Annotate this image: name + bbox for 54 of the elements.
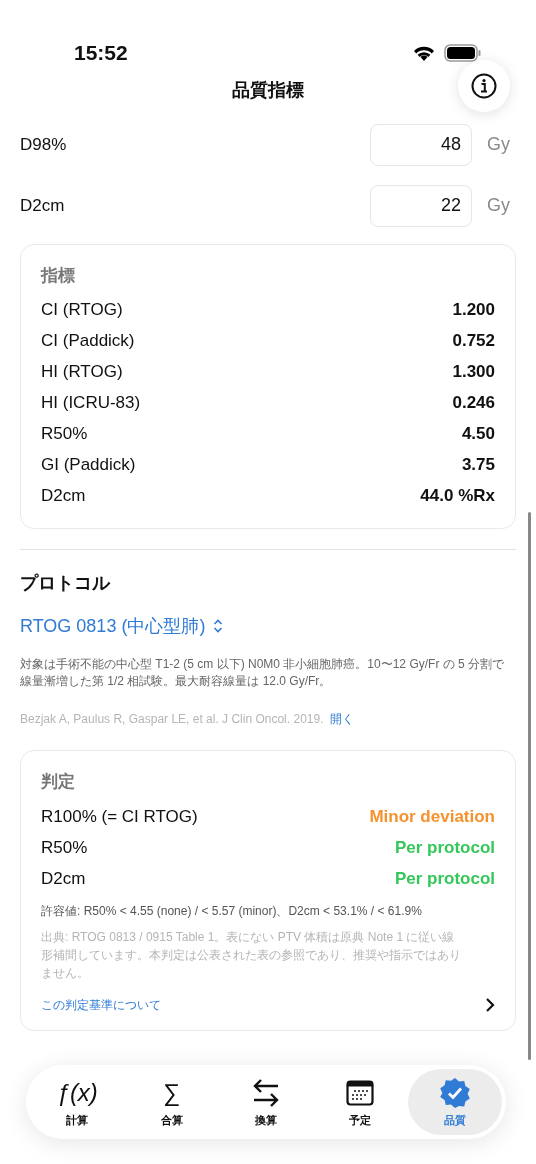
tab-symbol: ∑ xyxy=(163,1077,181,1108)
field-label: D98% xyxy=(20,133,67,156)
page-title: 品質指標 xyxy=(232,78,304,102)
info-icon xyxy=(471,73,497,99)
source-note: 出典: RTOG 0813 / 0915 Table 1。表にない PTV 体積は原典 Note 1 に従い線形補間しています。本判定は公表された表の参照であり、推奨や指示ではありません。 xyxy=(41,928,462,982)
info-button[interactable] xyxy=(458,60,510,112)
criterion-label: R100% (= CI RTOG) xyxy=(41,805,198,828)
metric-value: 44.0 %Rx xyxy=(420,485,495,508)
value-field[interactable]: 48 xyxy=(370,123,472,166)
tolerance-text: 許容値: R50% < 4.55 (none) / < 5.57 (minor)、D2cm < 53.1% / < 61.9% xyxy=(41,902,423,920)
card-title: 判定 xyxy=(41,771,76,794)
citation-text: Bezjak A, Paulus R, Gaspar LE, et al. J Clin Oncol. 2019. xyxy=(20,712,324,727)
metric-value: 0.752 xyxy=(452,330,495,353)
calendar-icon xyxy=(346,1078,375,1107)
field-label: D2cm xyxy=(20,194,65,217)
metric-label: GI (Paddick) xyxy=(41,454,136,477)
tab[interactable]: 換算 xyxy=(218,1069,314,1135)
metric-value: 1.200 xyxy=(452,299,495,322)
open-link[interactable]: 開く xyxy=(329,712,354,727)
value-field[interactable]: 22 xyxy=(370,184,472,227)
card-title: 指標 xyxy=(41,265,76,287)
unit-label: Gy xyxy=(486,133,510,156)
metric-value: 0.246 xyxy=(452,392,495,415)
metric-label: HI (RTOG) xyxy=(41,361,123,384)
check-badge-icon xyxy=(438,1076,471,1109)
metric-label: HI (ICRU-83) xyxy=(41,392,141,415)
metric-value: 4.50 xyxy=(461,423,495,446)
verdict-result: Per protocol xyxy=(394,836,495,859)
battery-icon xyxy=(444,44,482,62)
swap-arrows-icon xyxy=(252,1077,280,1108)
metric-label: D2cm xyxy=(41,485,86,508)
metric-label: CI (Paddick) xyxy=(41,330,135,353)
metric-label: CI (RTOG) xyxy=(41,299,123,322)
protocol-picker[interactable]: RTOG 0813 (中心型肺) xyxy=(20,612,224,640)
section-title: プロトコル xyxy=(20,571,112,595)
criterion-label: D2cm xyxy=(41,867,86,890)
verdict-result: Minor deviation xyxy=(369,805,495,828)
tab[interactable]: 品質 xyxy=(407,1069,503,1135)
chevron-right-icon xyxy=(485,996,495,1013)
chevron-updown-icon xyxy=(213,619,224,633)
metric-value: 1.300 xyxy=(452,361,495,384)
tab[interactable]: 予定 xyxy=(313,1069,408,1135)
metric-label: R50% xyxy=(41,423,88,446)
wifi-icon xyxy=(412,44,436,62)
tab[interactable]: ƒ(x) 計算 xyxy=(30,1069,125,1135)
status-time: 15:52 xyxy=(74,40,128,67)
unit-label: Gy xyxy=(486,194,510,217)
criterion-label: R50% xyxy=(41,836,88,859)
criteria-link[interactable]: この判定基準について xyxy=(41,995,161,1014)
protocol-description: 対象は手術不能の中心型 T1-2 (5 cm 以下) N0M0 非小細胞肺癌。10〜12 Gy/Fr の 5 分割で線量漸増した第 1/2 相試験。最大耐容線量は 12.0 Gy/Fr。 xyxy=(20,655,506,690)
tab[interactable]: ∑ 合算 xyxy=(124,1069,219,1135)
tab-symbol: ƒ(x) xyxy=(56,1077,98,1108)
metric-value: 3.75 xyxy=(461,454,495,477)
verdict-result: Per protocol xyxy=(394,867,495,890)
